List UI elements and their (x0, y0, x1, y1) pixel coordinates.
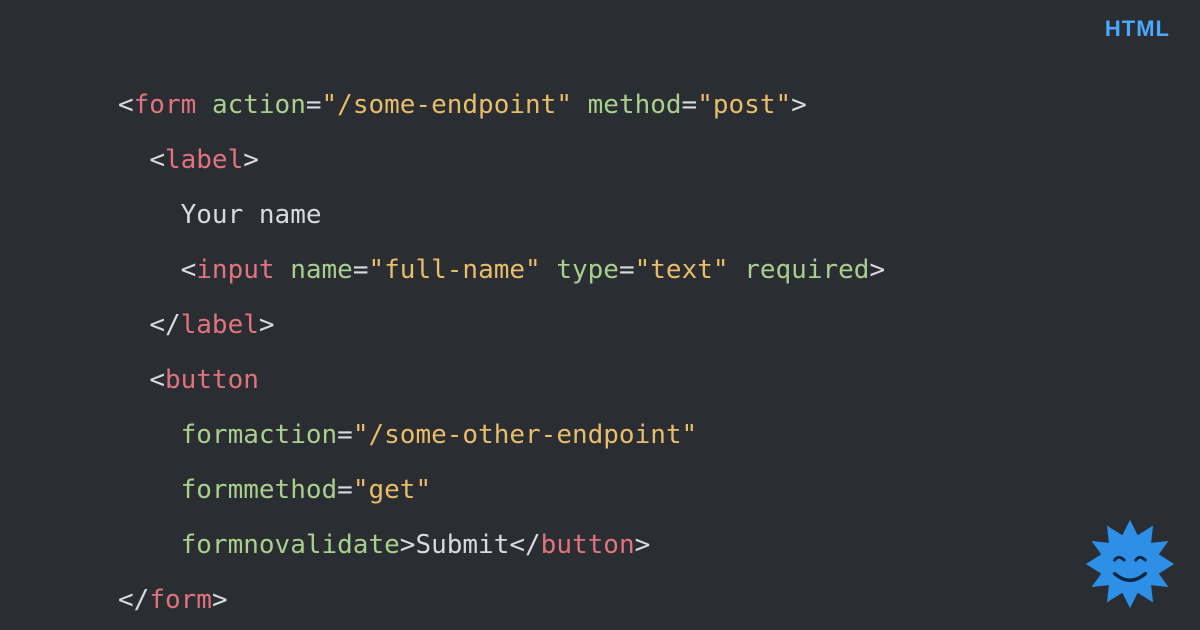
code-token-text: Your name (181, 200, 322, 230)
code-line: formnovalidate>Submit</button> (118, 518, 885, 573)
code-token-punct: > (400, 530, 416, 560)
code-token-punct (572, 90, 588, 120)
code-token-tag: button (165, 365, 259, 395)
code-token-punct: </ (118, 585, 149, 615)
code-line: <input name="full-name" type="text" requ… (118, 243, 885, 298)
code-token-tag: button (541, 530, 635, 560)
code-token-eq: = (353, 255, 369, 285)
code-token-attr: type (556, 255, 619, 285)
code-token-str: "get" (353, 475, 431, 505)
code-token-str: "/some-endpoint" (322, 90, 572, 120)
code-token-punct: > (791, 90, 807, 120)
code-token-tag: form (149, 585, 212, 615)
code-token-punct (729, 255, 745, 285)
code-block: <form action="/some-endpoint" method="po… (118, 78, 885, 628)
code-token-punct (196, 90, 212, 120)
code-token-punct: < (149, 365, 165, 395)
code-line: </label> (118, 298, 885, 353)
mascot-icon (1082, 516, 1178, 612)
code-token-tag: input (196, 255, 274, 285)
code-token-attr: formmethod (181, 475, 338, 505)
code-token-attr: formaction (181, 420, 338, 450)
code-token-punct (275, 255, 291, 285)
code-token-punct: </ (149, 310, 180, 340)
code-token-eq: = (337, 475, 353, 505)
code-line: </form> (118, 573, 885, 628)
code-token-punct: > (869, 255, 885, 285)
code-line: <button (118, 353, 885, 408)
code-token-str: "full-name" (369, 255, 541, 285)
code-token-punct: > (259, 310, 275, 340)
code-token-punct: < (118, 90, 134, 120)
code-token-str: "/some-other-endpoint" (353, 420, 697, 450)
code-token-punct: < (149, 145, 165, 175)
code-token-attr: action (212, 90, 306, 120)
code-token-eq: = (306, 90, 322, 120)
code-token-text: Submit (415, 530, 509, 560)
code-token-eq: = (619, 255, 635, 285)
code-line: formmethod="get" (118, 463, 885, 518)
code-token-attr: formnovalidate (181, 530, 400, 560)
code-token-eq: = (682, 90, 698, 120)
code-token-attr: method (588, 90, 682, 120)
code-token-punct: > (212, 585, 228, 615)
code-token-tag: label (181, 310, 259, 340)
code-line: formaction="/some-other-endpoint" (118, 408, 885, 463)
code-line: Your name (118, 188, 885, 243)
code-token-punct: > (635, 530, 651, 560)
code-line: <form action="/some-endpoint" method="po… (118, 78, 885, 133)
code-token-punct: < (181, 255, 197, 285)
code-line: <label> (118, 133, 885, 188)
code-token-eq: = (337, 420, 353, 450)
language-badge: HTML (1105, 16, 1170, 42)
code-token-punct: </ (509, 530, 540, 560)
code-token-punct (541, 255, 557, 285)
code-token-tag: label (165, 145, 243, 175)
code-snippet-card: HTML <form action="/some-endpoint" metho… (0, 0, 1200, 630)
code-token-attr: name (290, 255, 353, 285)
code-token-str: "post" (697, 90, 791, 120)
code-token-punct: > (243, 145, 259, 175)
code-token-attr: required (744, 255, 869, 285)
code-token-str: "text" (635, 255, 729, 285)
code-token-tag: form (134, 90, 197, 120)
